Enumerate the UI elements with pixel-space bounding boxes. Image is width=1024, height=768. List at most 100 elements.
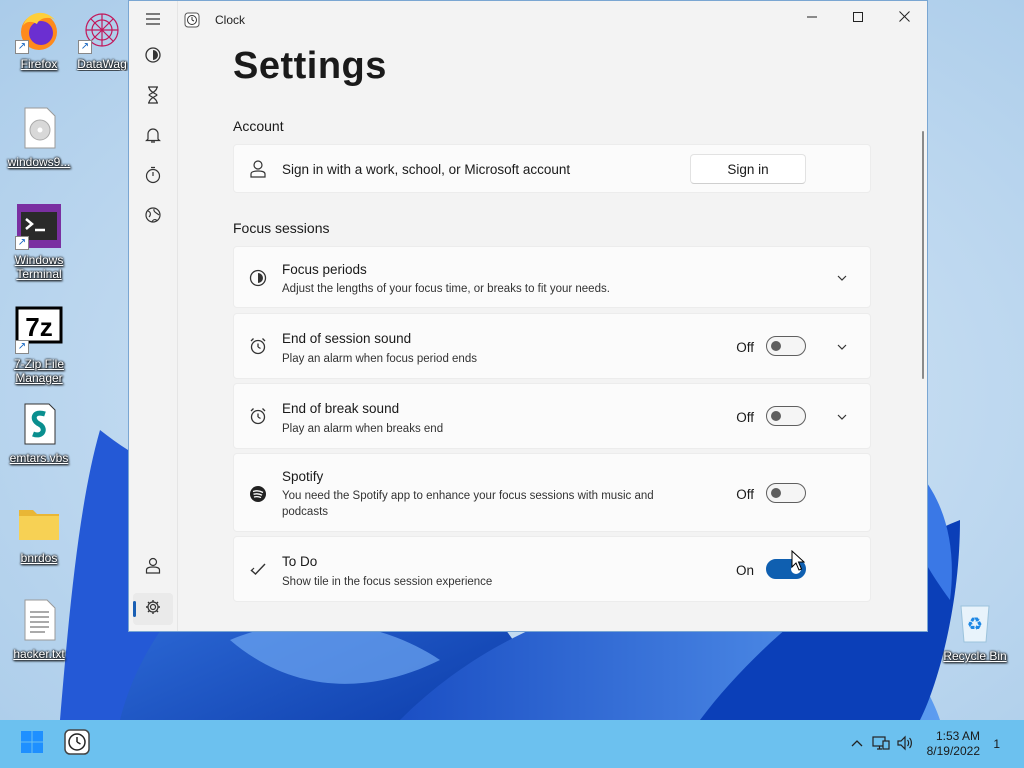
recycle-bin-icon: ♻ [951,598,999,646]
nav-menu-button[interactable] [133,5,173,37]
person-icon [248,159,268,179]
svg-text:♻: ♻ [967,614,983,635]
clock-window: Clock Settings Account Sign in with a wo… [128,0,928,632]
alarm-clock-icon [248,406,268,426]
text-file-icon [15,596,63,644]
focus-periods-desc: Adjust the lengths of your focus time, o… [282,283,610,295]
tray-date-text: 8/19/2022 [926,744,980,758]
chevron-up-icon[interactable] [850,736,864,755]
end-break-sound-desc: Play an alarm when breaks end [282,423,444,435]
taskbar-clock-app[interactable] [61,728,93,760]
chevron-down-icon[interactable] [834,270,850,286]
desktop-icon-label: windows9... [7,155,71,169]
settings-page: Settings Account Sign in with a work, sc… [233,1,873,631]
desktop-icon-label: Firefox [20,57,58,71]
desktop-icon-label: Recycle Bin [943,649,1007,663]
desktop-icon-firefox[interactable]: ↗ Firefox [0,6,78,71]
end-session-sound-title: End of session sound [282,331,412,346]
start-button[interactable] [16,728,48,760]
spotify-toggle[interactable] [766,483,806,503]
shortcut-arrow-icon: ↗ [78,40,92,54]
tray-time-text: 1:53 AM [935,729,980,743]
focus-periods-card[interactable]: Focus periods Adjust the lengths of your… [233,246,871,308]
chevron-down-icon[interactable] [834,339,850,355]
toggle-state-label: On [735,563,754,578]
todo-desc: Show tile in the focus session experienc… [282,576,493,588]
desktop-icon-label: DataWag [77,57,127,71]
nav-account[interactable] [133,552,173,584]
sign-in-button[interactable]: Sign in [690,154,806,184]
desktop-icon-bnrdos[interactable]: bnrdos [0,500,78,565]
toggle-state-label: Off [736,410,754,425]
shortcut-arrow-icon: ↗ [15,40,29,54]
desktop-icon-hacker-txt[interactable]: hacker.txt [0,596,78,661]
toggle-knob [771,341,781,351]
hamburger-icon [145,12,161,31]
script-file-icon [15,400,63,448]
system-clock[interactable]: 1:53 AM 8/19/2022 [927,729,980,759]
notification-count[interactable]: 1 [993,737,1000,751]
volume-icon[interactable] [896,735,914,756]
toggle-state-label: Off [736,340,754,355]
close-icon [898,9,910,27]
toggle-state-label: Off [736,487,754,502]
7zip-icon: 7z ↗ [15,306,63,354]
end-session-sound-toggle[interactable] [766,336,806,356]
network-icon[interactable] [872,735,890,756]
end-break-sound-card[interactable]: End of break sound Play an alarm when br… [233,383,871,449]
end-session-sound-card[interactable]: End of session sound Play an alarm when … [233,313,871,379]
shortcut-arrow-icon: ↗ [15,236,29,250]
checkmark-icon [248,559,268,579]
desktop-icon-7zip[interactable]: 7z ↗ 7-Zip File Manager [0,306,78,385]
spotify-icon [248,484,268,504]
nav-focus-sessions[interactable] [133,41,173,73]
nav-world-clock[interactable] [133,201,173,233]
gear-icon [145,599,161,620]
desktop-icon-label: hacker.txt [13,647,65,661]
alarm-clock-icon [248,336,268,356]
focus-icon [248,268,268,288]
desktop-icon-label: Windows Terminal [14,253,64,281]
toggle-knob [771,488,781,498]
close-button[interactable] [881,1,927,35]
spotify-title: Spotify [282,469,324,484]
spotify-card: Spotify You need the Spotify app to enha… [233,453,871,532]
section-general-partial [233,625,293,631]
svg-text:7z: 7z [25,312,52,342]
clock-app-icon [184,12,200,28]
desktop-icon-recycle-bin[interactable]: ♻ Recycle Bin [936,598,1014,663]
nav-settings[interactable] [133,593,173,625]
globe-icon [144,206,162,229]
page-title: Settings [233,45,387,87]
nav-rail [129,1,178,631]
terminal-icon: ↗ [15,202,63,250]
account-card: Sign in with a work, school, or Microsof… [233,144,871,193]
spotify-desc: You need the Spotify app to enhance your… [282,490,654,518]
desktop-icon-label: emtars.vbs [9,451,69,465]
hourglass-icon [145,85,161,109]
firefox-icon: ↗ [15,6,63,54]
todo-title: To Do [282,554,318,569]
person-icon [145,557,161,580]
toggle-knob [771,411,781,421]
vertical-scrollbar[interactable] [922,131,924,379]
account-signin-text: Sign in with a work, school, or Microsof… [282,162,571,177]
stopwatch-icon [144,166,162,189]
chevron-down-icon[interactable] [834,409,850,425]
end-break-sound-toggle[interactable] [766,406,806,426]
focus-icon [144,46,162,69]
nav-timer[interactable] [133,81,173,113]
taskbar: 1:53 AM 8/19/2022 1 [0,720,1024,768]
section-focus-sessions: Focus sessions [233,220,330,236]
nav-selection-indicator [133,601,136,617]
nav-alarm[interactable] [133,121,173,153]
datawag-icon: ↗ [78,6,126,54]
desktop-icon-windows-terminal[interactable]: ↗ Windows Terminal [0,202,78,281]
windows-logo-icon [20,730,44,759]
bell-icon [145,126,161,149]
desktop-icon-datawag[interactable]: ↗ DataWag [72,6,132,71]
desktop-icon-emtars-vbs[interactable]: emtars.vbs [0,400,78,465]
nav-stopwatch[interactable] [133,161,173,193]
desktop-icon-windows-iso[interactable]: windows9... [0,104,78,169]
mouse-cursor-icon [791,550,805,571]
